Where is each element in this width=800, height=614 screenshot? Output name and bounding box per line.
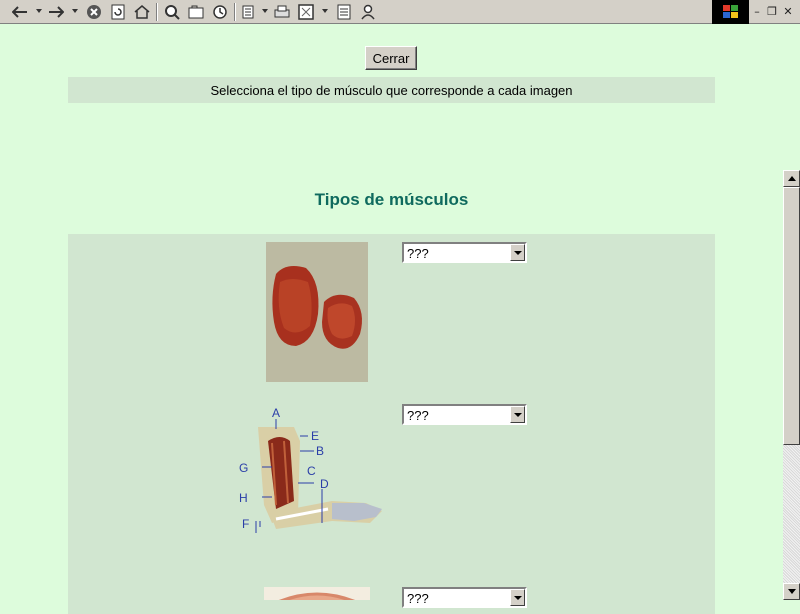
question-panel: [68, 234, 715, 614]
vertical-scrollbar[interactable]: [783, 170, 800, 600]
home-icon[interactable]: [132, 2, 152, 22]
user-icon[interactable]: [358, 2, 378, 22]
muscle-type-select-2[interactable]: ???: [402, 404, 527, 425]
close-button[interactable]: Cerrar: [365, 46, 417, 70]
refresh-icon[interactable]: [108, 2, 128, 22]
muscle-type-select-1[interactable]: ???: [402, 242, 527, 263]
diagram-label: B: [316, 444, 324, 458]
history-icon[interactable]: [210, 2, 230, 22]
arm-muscle-diagram: A E B G C D H F: [236, 405, 388, 537]
diagram-label: A: [272, 406, 280, 420]
scroll-down-icon[interactable]: [783, 583, 800, 600]
windows-logo-icon: [712, 0, 749, 24]
diagram-label: H: [239, 491, 248, 505]
close-icon[interactable]: ✕: [781, 4, 795, 18]
fullscreen-dropdown-icon[interactable]: [322, 9, 328, 13]
chevron-down-icon[interactable]: [510, 589, 525, 606]
select-value: ???: [407, 408, 429, 423]
chevron-down-icon[interactable]: [510, 406, 525, 423]
back-dropdown-icon[interactable]: [36, 9, 42, 13]
browser-toolbar: – ❐ ✕: [0, 0, 800, 24]
chevron-down-icon[interactable]: [510, 244, 525, 261]
edit-icon[interactable]: [240, 2, 260, 22]
diagram-label: D: [320, 477, 329, 491]
diagram-label: G: [239, 461, 248, 475]
print-icon[interactable]: [272, 2, 292, 22]
smooth-muscle-image: [264, 587, 370, 600]
edit-dropdown-icon[interactable]: [262, 9, 268, 13]
forward-dropdown-icon[interactable]: [72, 9, 78, 13]
muscle-type-select-3[interactable]: ???: [402, 587, 527, 608]
diagram-label: E: [311, 429, 319, 443]
toolbar-separator: [156, 3, 158, 21]
section-title: Tipos de músculos: [314, 190, 469, 209]
restore-icon[interactable]: ❐: [765, 4, 779, 18]
heart-muscle-image: [266, 242, 368, 382]
search-icon[interactable]: [162, 2, 182, 22]
fullscreen-icon[interactable]: [296, 2, 316, 22]
instruction-banner: Selecciona el tipo de músculo que corres…: [68, 77, 715, 103]
instruction-text: Selecciona el tipo de músculo que corres…: [210, 82, 573, 98]
scroll-up-icon[interactable]: [783, 170, 800, 187]
page-icon[interactable]: [334, 2, 354, 22]
scrollbar-thumb[interactable]: [783, 187, 800, 445]
select-value: ???: [407, 246, 429, 261]
diagram-label: C: [307, 464, 316, 478]
select-value: ???: [407, 591, 429, 606]
stop-icon[interactable]: [84, 2, 104, 22]
minimize-icon[interactable]: –: [750, 4, 764, 18]
toolbar-separator: [234, 3, 236, 21]
forward-icon[interactable]: [46, 2, 66, 22]
favorites-icon[interactable]: [186, 2, 206, 22]
back-icon[interactable]: [10, 2, 30, 22]
diagram-label: F: [242, 517, 249, 531]
